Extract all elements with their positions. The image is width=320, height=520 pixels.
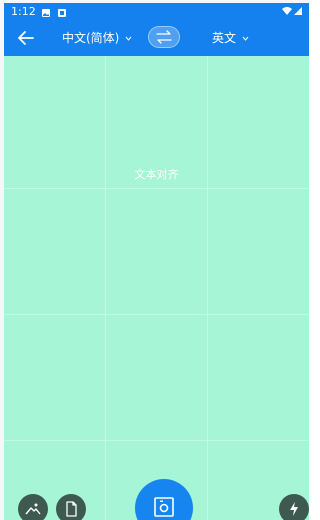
back-button[interactable] — [14, 26, 38, 50]
document-button[interactable] — [56, 494, 86, 520]
source-language-selector[interactable]: 中文(简体) — [62, 29, 132, 46]
app-bar: 中文(简体) 英文 — [4, 20, 309, 56]
target-language-label: 英文 — [212, 31, 237, 45]
camera-shutter-icon — [154, 497, 174, 517]
image-icon — [25, 503, 41, 515]
target-language-selector[interactable]: 英文 — [212, 29, 249, 46]
status-time: 1:12 — [11, 5, 36, 18]
grid-line — [207, 56, 208, 520]
chevron-down-icon — [242, 36, 249, 41]
flash-button[interactable] — [279, 494, 309, 520]
notification-icon — [58, 7, 66, 17]
camera-viewfinder[interactable]: 文本对齐 — [4, 56, 309, 520]
grid-line — [4, 314, 309, 315]
status-bar: 1:12 — [4, 3, 309, 20]
swap-arrows-icon — [156, 30, 172, 44]
grid-line — [105, 56, 106, 520]
app-screen: 1:12 中文(简体) 英文 文本对齐 — [0, 0, 309, 520]
chevron-down-icon — [125, 36, 132, 41]
align-text-hint: 文本对齐 — [134, 168, 179, 181]
swap-languages-button[interactable] — [148, 26, 180, 48]
gallery-button[interactable] — [18, 494, 48, 520]
image-icon — [42, 7, 50, 17]
arrow-left-icon — [18, 31, 34, 45]
flash-icon — [290, 502, 298, 516]
grid-line — [4, 188, 309, 189]
status-right-icons — [281, 6, 303, 19]
source-language-label: 中文(简体) — [62, 31, 120, 45]
document-icon — [66, 501, 77, 517]
grid-line — [4, 440, 309, 441]
signal-icon — [294, 7, 302, 15]
wifi-icon — [282, 7, 292, 15]
